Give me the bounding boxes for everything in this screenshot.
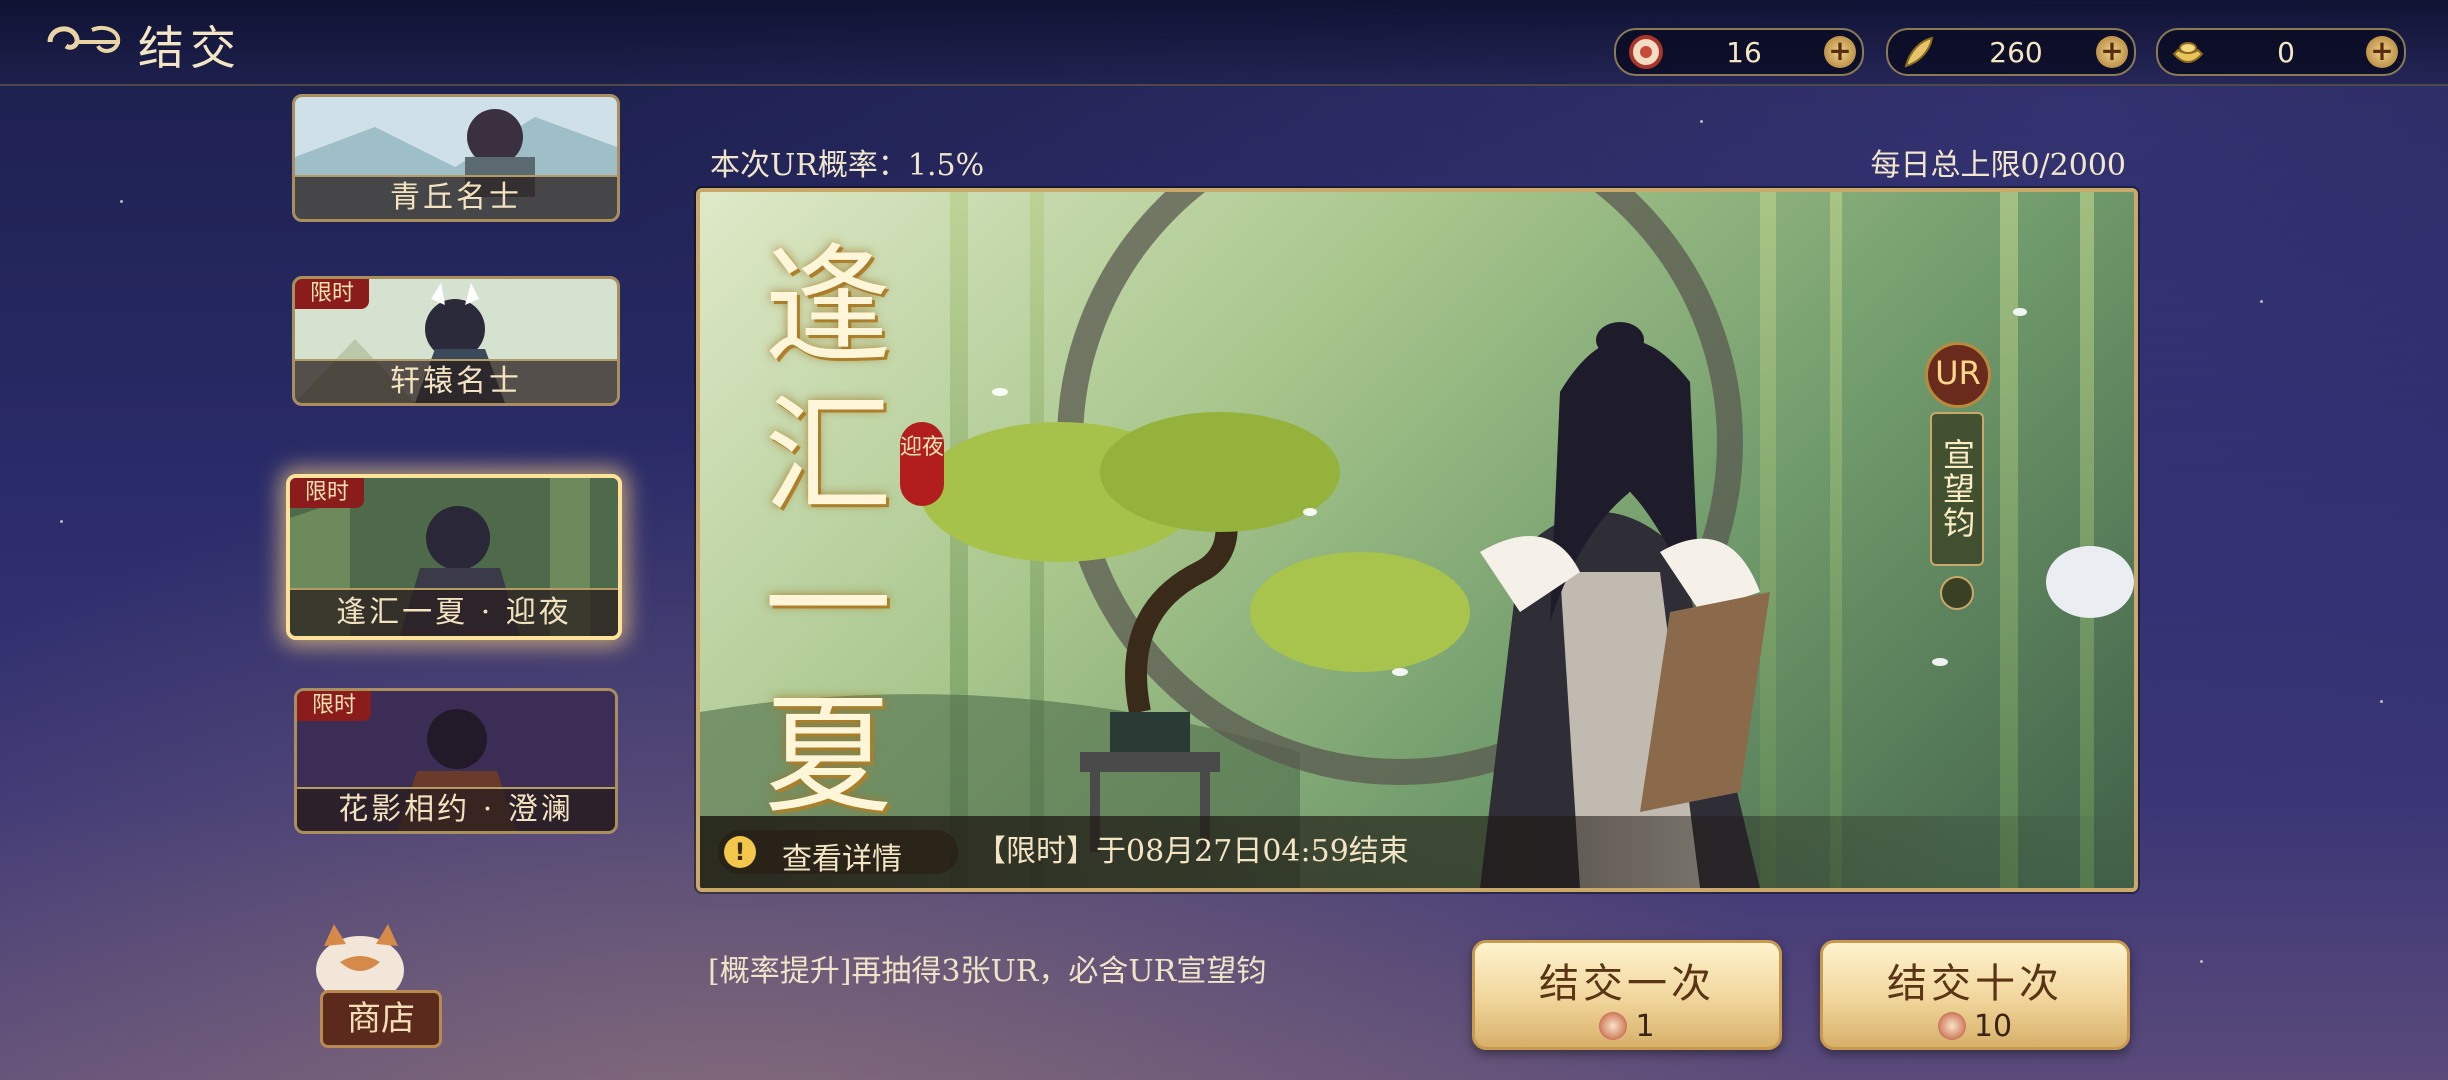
limited-tag: 限时 (297, 691, 371, 721)
summon-ten-button[interactable]: 结交十次 10 (1820, 940, 2130, 1050)
summon-once-cost: 1 (1475, 1009, 1779, 1044)
summon-ten-label: 结交十次 (1887, 961, 2063, 1007)
magnifier-icon[interactable] (1940, 576, 1974, 610)
banner-title-char: 逢 (764, 232, 893, 381)
banner-label: 轩辕名士 (295, 359, 617, 403)
back-button[interactable] (40, 14, 126, 70)
gold-feather-icon (1904, 36, 1934, 68)
summon-token-icon (1599, 1012, 1628, 1040)
page-title: 结交 (138, 21, 242, 75)
banner-item-fenghui-selected[interactable]: 限时 逢汇一夏 · 迎夜 (286, 474, 622, 640)
summon-ten-cost: 10 (1823, 1009, 2127, 1044)
rate-boost-text: [概率提升]再抽得3张UR，必含UR宣望钧 (708, 954, 1267, 989)
add-resource-button[interactable]: + (2096, 36, 2128, 68)
ur-rate-text: 本次UR概率：1.5% (710, 148, 985, 183)
cloud-back-icon (47, 25, 121, 53)
daily-limit-text: 每日总上限0/2000 (1870, 148, 2126, 183)
main-banner: 逢 汇 一 夏 迎夜 UR 宣望钧 ! 查看详情 【限时】于08月27日04:5… (696, 188, 2138, 892)
banner-item-huaying[interactable]: 限时 花影相约 · 澄澜 (294, 688, 618, 834)
ur-character-name[interactable]: 宣望钧 (1930, 412, 1984, 566)
banner-item-qingqiu[interactable]: 青丘名士 (292, 94, 620, 222)
summon-token-icon (1629, 35, 1663, 69)
shop-button[interactable]: 商店 (280, 910, 450, 1070)
resource-gold-ingot: 0 + (2156, 28, 2406, 76)
add-resource-button[interactable]: + (1824, 36, 1856, 68)
view-details-button[interactable]: ! 查看详情 (718, 830, 958, 877)
banner-label: 逢汇一夏 · 迎夜 (290, 588, 618, 636)
summon-once-label: 结交一次 (1539, 961, 1715, 1007)
exclamation-icon: ! (724, 836, 756, 868)
resource-gold-feather: 260 + (1886, 28, 2136, 76)
resource-value: 0 (2277, 36, 2295, 69)
banner-illustration (700, 192, 2134, 888)
banner-label: 青丘名士 (295, 175, 617, 219)
add-resource-button[interactable]: + (2366, 36, 2398, 68)
event-end-time: 【限时】于08月27日04:59结束 (976, 834, 1409, 869)
limited-tag: 限时 (290, 478, 364, 508)
limited-tag: 限时 (295, 279, 369, 309)
resource-value: 16 (1726, 36, 1762, 69)
cost-value: 10 (1973, 1009, 2013, 1044)
resource-summon-token: 16 + (1614, 28, 1864, 76)
summon-once-button[interactable]: 结交一次 1 (1472, 940, 1782, 1050)
banner-seal: 迎夜 (900, 422, 944, 506)
banner-title-char: 夏 (764, 682, 893, 831)
resource-value: 260 (1989, 36, 2043, 69)
banner-item-xuanyuan[interactable]: 限时 轩辕名士 (292, 276, 620, 406)
cost-value: 1 (1635, 1009, 1655, 1044)
banner-title-char: 汇 (764, 382, 893, 531)
ur-badge: UR (1925, 342, 1991, 408)
shop-label: 商店 (320, 990, 442, 1048)
banner-label: 花影相约 · 澄澜 (297, 787, 615, 831)
banner-title-char: 一 (764, 532, 893, 681)
gold-ingot-icon (2172, 42, 2204, 63)
banner-title: 逢 汇 一 夏 (764, 232, 904, 832)
view-details-label: 查看详情 (782, 842, 902, 877)
summon-token-icon (1937, 1012, 1966, 1040)
